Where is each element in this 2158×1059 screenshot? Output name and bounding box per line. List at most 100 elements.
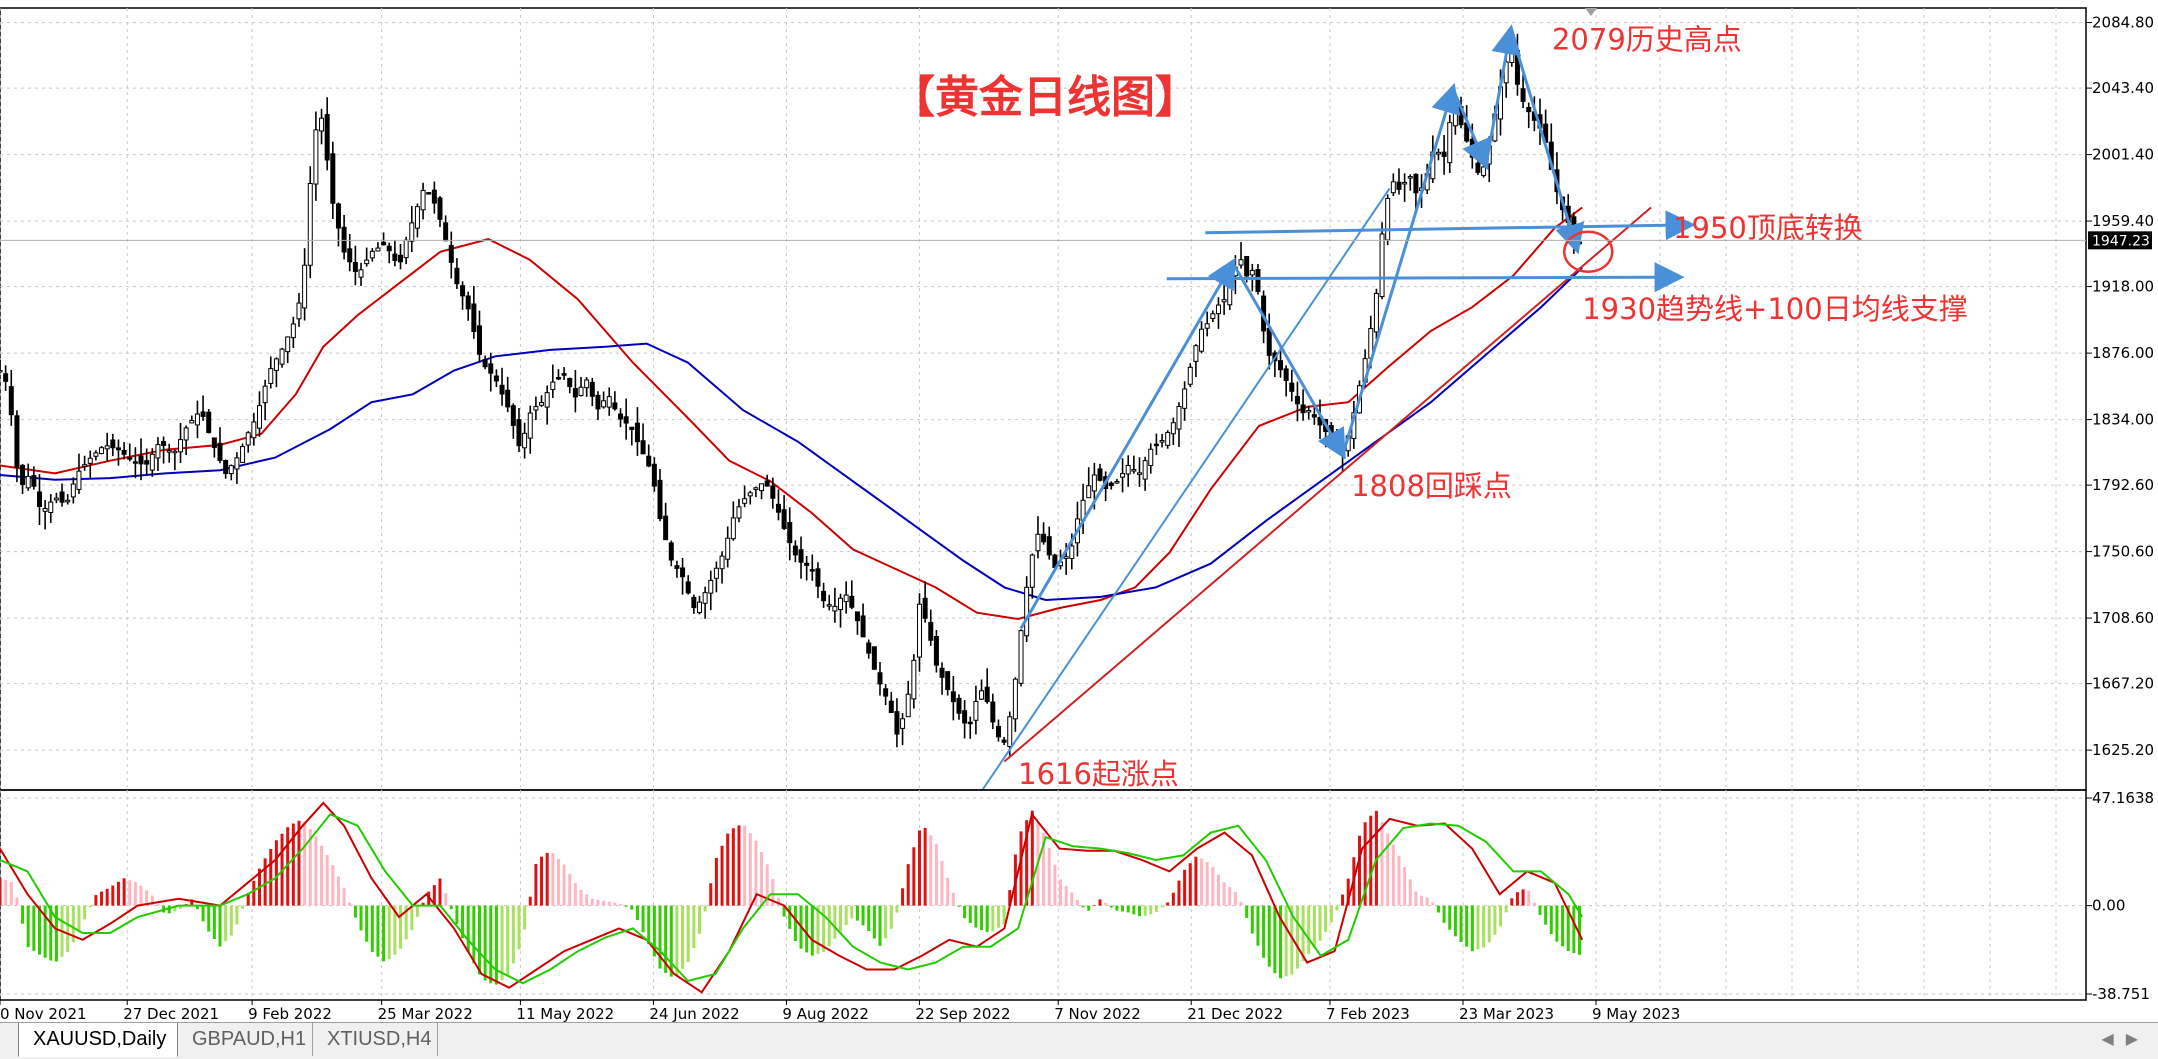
candle-body [860, 615, 866, 638]
candle-body [680, 567, 686, 578]
candle-body [358, 269, 364, 278]
candle-body [414, 206, 420, 229]
candle-body [1001, 739, 1007, 743]
candle-body [87, 457, 93, 464]
candle-body [268, 368, 274, 384]
histogram-bar [32, 905, 36, 951]
histogram-bar [235, 905, 239, 925]
histogram-bar [1233, 891, 1237, 906]
trading-chart[interactable]: 2084.80 2043.40 2001.40 1959.40 1918.00 1876.… [0, 0, 2158, 1022]
candle-body [0, 370, 3, 373]
histogram-bar [348, 902, 352, 906]
candle-body [76, 470, 82, 490]
candle-body [121, 449, 127, 455]
candle-body [1390, 181, 1396, 194]
histogram-bar [833, 905, 837, 939]
candle-body [313, 129, 319, 185]
tab-gbpaud-h1[interactable]: GBPAUD,H1 [178, 1023, 313, 1056]
candle-body [392, 253, 398, 261]
histogram-bar [743, 825, 747, 906]
histogram-bar [619, 903, 623, 906]
candle-body [572, 388, 578, 398]
candle-body [1306, 410, 1312, 413]
histogram-bar [1126, 905, 1130, 913]
histogram-bar [1561, 905, 1565, 947]
histogram-bar [472, 905, 476, 964]
candle-body [82, 464, 88, 467]
candle-body [1199, 328, 1205, 352]
candle-body [206, 411, 212, 434]
candle-body [443, 222, 449, 242]
histogram-bar [1132, 905, 1136, 915]
tab-scroll-arrows[interactable]: ◀▶ [2101, 1029, 2150, 1048]
histogram-bar [1532, 902, 1536, 906]
candle-body [550, 381, 556, 390]
histogram-bar [1425, 897, 1429, 906]
candle-body [1029, 554, 1035, 588]
candle-body [403, 239, 409, 259]
candle-body [138, 455, 144, 465]
candle-body [640, 440, 646, 455]
candle-body [883, 688, 889, 697]
candle-body [843, 594, 849, 603]
histogram-bar [1453, 905, 1457, 937]
candle-body [110, 439, 116, 449]
candle-body [595, 394, 601, 410]
histogram-bar [850, 905, 854, 919]
annotation-label: 1616起涨点 [1018, 757, 1179, 791]
candle-body [296, 302, 302, 320]
candle-body [70, 483, 76, 498]
histogram-bar [1397, 855, 1401, 906]
candle-body [1435, 151, 1441, 155]
histogram-bar [1324, 905, 1328, 932]
histogram-bar [934, 844, 938, 906]
candle-body [555, 376, 561, 380]
histogram-bar [1098, 899, 1102, 906]
candle-body [663, 515, 669, 541]
histogram-bar [731, 828, 735, 906]
candle-body [809, 569, 815, 572]
candle-body [967, 721, 973, 725]
candle-body [285, 336, 291, 353]
tab-xtiusd-h4[interactable]: XTIUSD,H4 [313, 1023, 438, 1056]
histogram-bar [105, 888, 109, 906]
candle-body [369, 250, 375, 259]
tab-xauusd-daily[interactable]: XAUUSD,Daily [18, 1023, 178, 1057]
x-tick-label: 25 Mar 2022 [378, 1005, 473, 1022]
candle-body [657, 479, 663, 520]
candle-body [1131, 469, 1137, 472]
x-tick-label: 22 Sep 2022 [915, 1005, 1010, 1022]
candle-body [1294, 395, 1300, 405]
histogram-bar [1030, 810, 1034, 906]
candle-body [1244, 255, 1250, 277]
x-tick-label: 0 Nov 2021 [0, 1005, 87, 1022]
candle-body [93, 452, 99, 457]
candle-body [905, 693, 911, 718]
histogram-bar [83, 905, 87, 920]
histogram-bar [1109, 905, 1113, 908]
histogram-bar [624, 905, 628, 907]
candle-body [606, 396, 612, 408]
histogram-bar [376, 905, 380, 957]
candle-body [759, 483, 765, 492]
candle-body [25, 475, 31, 489]
histogram-bar [805, 905, 809, 953]
histogram-bar [1137, 905, 1141, 917]
candle-body [1204, 323, 1210, 329]
candle-body [1069, 545, 1075, 559]
histogram-bar [4, 880, 8, 906]
histogram-bar [748, 833, 752, 906]
candle-body [770, 485, 776, 499]
candle-body [42, 508, 48, 512]
candle-body [821, 590, 827, 602]
candle-body [725, 537, 731, 560]
y-tick-label: 1876.00 [2092, 344, 2154, 362]
candle-body [53, 497, 59, 501]
candle-body [398, 254, 404, 263]
y-tick-label: 2043.40 [2092, 79, 2154, 97]
candle-body [273, 358, 279, 371]
candle-body [984, 686, 990, 703]
candle-body [251, 421, 257, 439]
candle-body [1238, 259, 1244, 266]
trendline[interactable] [1166, 262, 1685, 293]
